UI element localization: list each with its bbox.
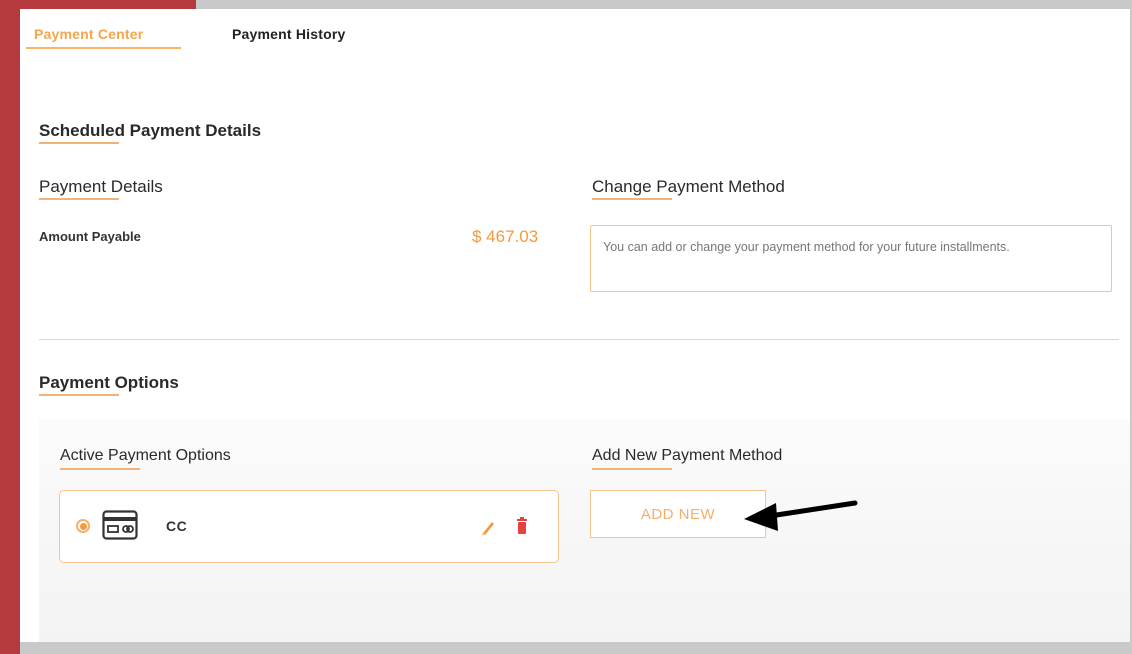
payment-option-card[interactable]: CC	[59, 490, 559, 563]
change-method-info-box: You can add or change your payment metho…	[590, 225, 1112, 292]
credit-card-icon	[102, 510, 138, 545]
heading-underline	[592, 198, 672, 200]
change-payment-method-title: Change Payment Method	[592, 177, 785, 196]
heading-underline	[39, 142, 119, 144]
active-tab-indicator	[26, 47, 181, 49]
annotation-arrow-icon	[740, 497, 860, 542]
delete-icon[interactable]	[516, 517, 528, 540]
scheduled-payment-title: Scheduled Payment Details	[39, 121, 262, 140]
payment-options-title: Payment Options	[39, 373, 179, 392]
payment-panel: Payment Center Payment History Scheduled…	[20, 9, 1130, 642]
payment-option-radio[interactable]	[76, 519, 90, 533]
payment-details-title: Payment Details	[39, 177, 163, 196]
amount-payable-value: $ 467.03	[472, 227, 539, 246]
payment-option-label: CC	[166, 518, 188, 534]
tab-payment-center[interactable]: Payment Center	[34, 26, 143, 42]
radio-selected-dot	[79, 522, 87, 530]
active-payment-options-title: Active Payment Options	[60, 447, 231, 464]
left-accent-bar	[0, 0, 20, 654]
change-method-info-text: You can add or change your payment metho…	[603, 240, 1010, 254]
tab-payment-history[interactable]: Payment History	[232, 26, 345, 42]
section-divider	[39, 339, 1119, 340]
add-payment-method-title: Add New Payment Method	[592, 447, 783, 464]
heading-underline	[39, 394, 119, 396]
edit-icon[interactable]	[480, 518, 496, 541]
heading-underline	[592, 468, 672, 470]
top-accent-bar	[0, 0, 196, 9]
heading-underline	[60, 468, 140, 470]
amount-payable-label: Amount Payable	[39, 229, 141, 244]
heading-underline	[39, 198, 119, 200]
